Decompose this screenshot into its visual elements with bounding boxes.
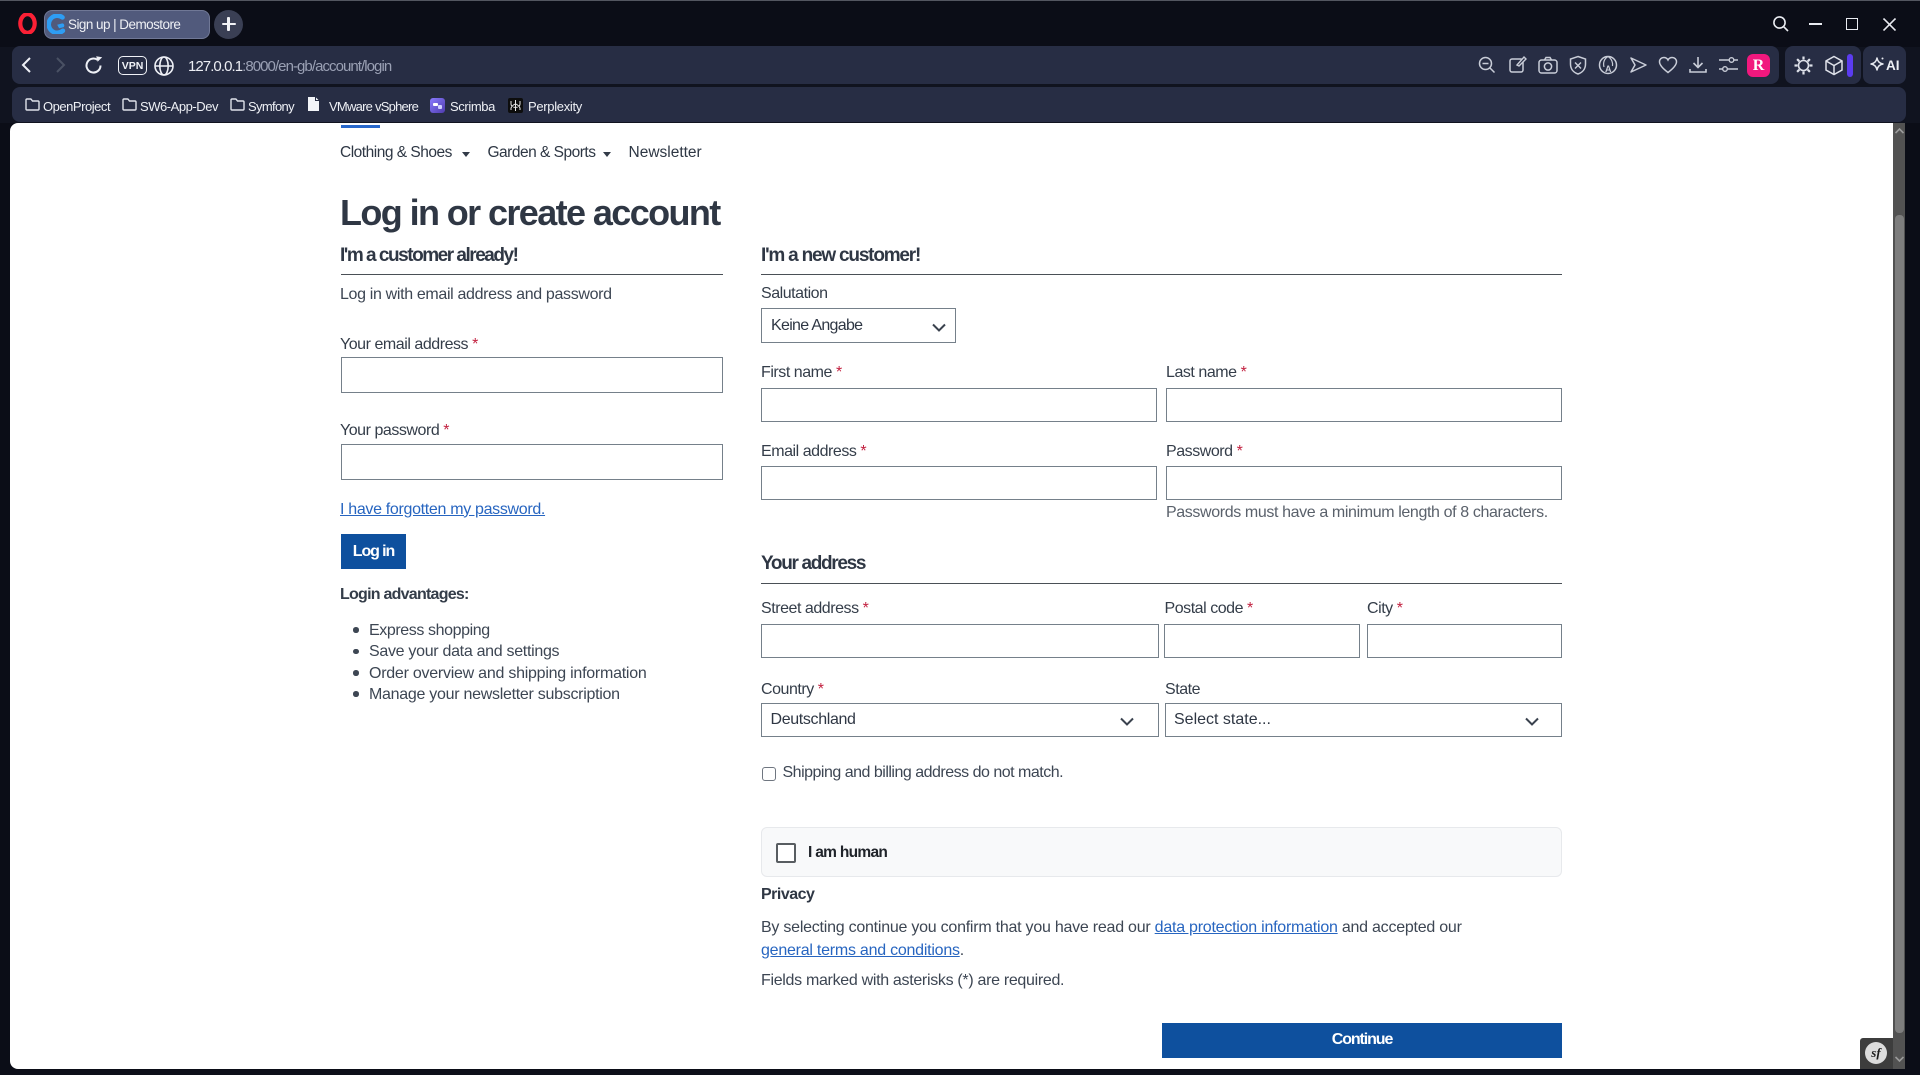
svg-text:A: A xyxy=(1605,64,1612,74)
